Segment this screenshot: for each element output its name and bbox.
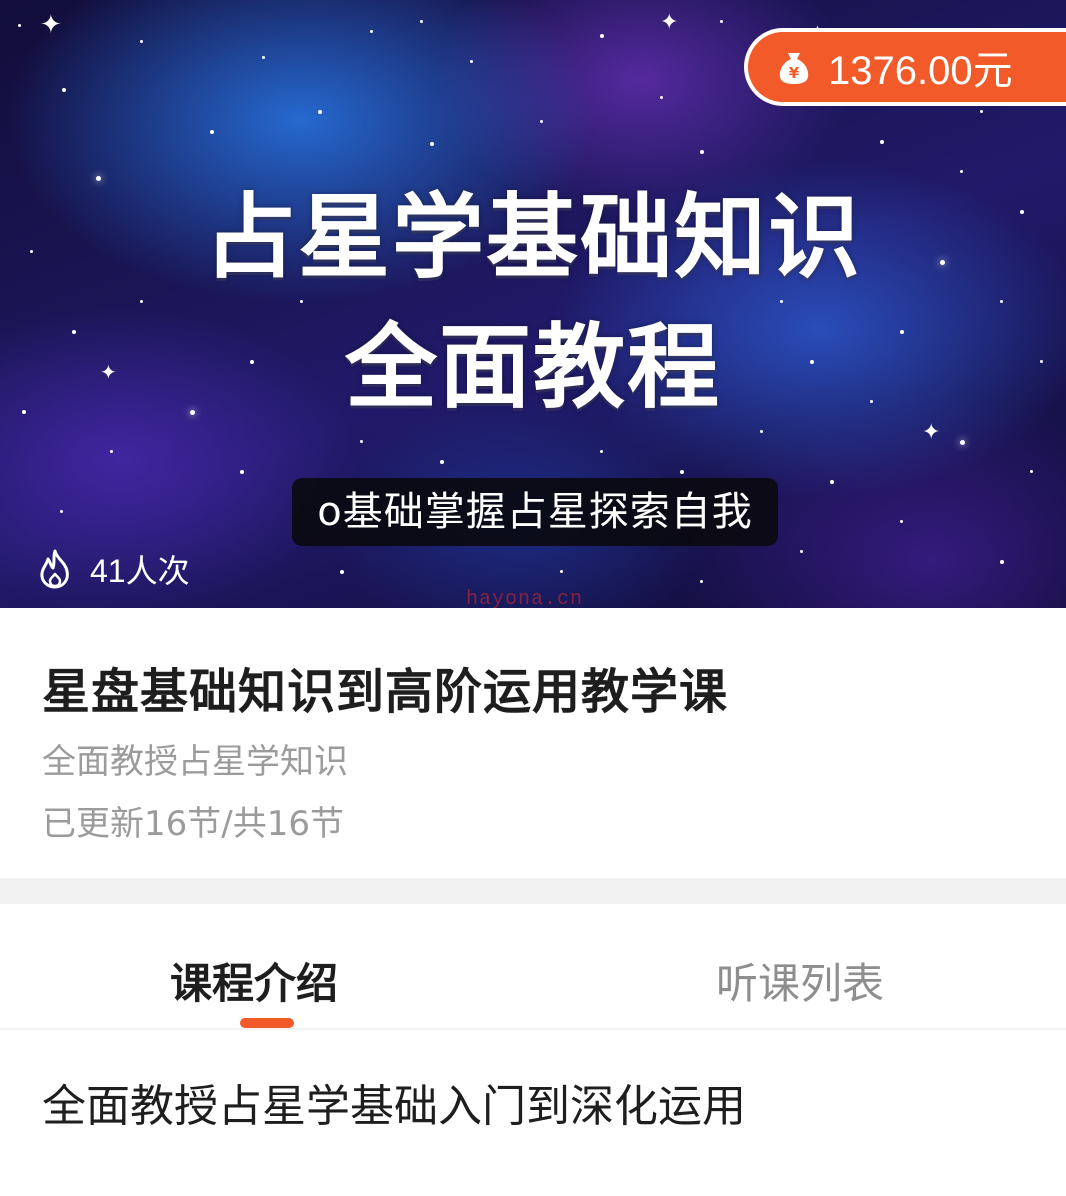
course-price: 1376.00元 (828, 49, 1013, 93)
cover-title-line2: 全面教程 (344, 314, 721, 421)
section-divider (0, 878, 1066, 904)
sparkle-icon: ✦ (660, 10, 679, 35)
cover-tagline: o基础掌握占星探索自我 (292, 478, 778, 546)
course-info-section: 星盘基础知识到高阶运用教学课 全面教授占星学知识 已更新16节/共16节 (0, 608, 1066, 878)
course-detail-page: ✦ ✦ ✦ ✦ ✦ 占星学基础知识 全面教程 o基础掌握占星探索自我 ¥ 137… (0, 0, 1066, 1196)
view-count-text: 41人次 (90, 553, 190, 589)
cover-title-line1: 占星学基础知识 (203, 184, 862, 291)
money-bag-icon: ¥ (779, 53, 809, 84)
active-tab-indicator (240, 1018, 294, 1028)
tab-lesson-list[interactable]: 听课列表 (716, 950, 884, 1011)
sparkle-icon: ✦ (922, 420, 941, 445)
price-badge: ¥ 1376.00元 (744, 28, 1066, 106)
view-count: 41人次 (36, 544, 190, 594)
fire-icon (40, 549, 69, 589)
course-subtitle: 全面教授占星学知识 (42, 742, 348, 782)
tab-course-intro[interactable]: 课程介绍 (170, 950, 338, 1011)
course-cover-banner[interactable]: ✦ ✦ ✦ ✦ ✦ 占星学基础知识 全面教程 o基础掌握占星探索自我 ¥ 137… (0, 0, 1066, 608)
watermark-text: hayona.cn (466, 588, 584, 608)
sparkle-icon: ✦ (40, 10, 62, 40)
svg-text:¥: ¥ (789, 64, 800, 82)
course-tabs: 课程介绍 听课列表 (0, 904, 1066, 1030)
course-title: 星盘基础知识到高阶运用教学课 (42, 664, 729, 720)
course-intro-text: 全面教授占星学基础入门到深化运用 (42, 1081, 746, 1132)
course-progress: 已更新16节/共16节 (42, 804, 344, 844)
